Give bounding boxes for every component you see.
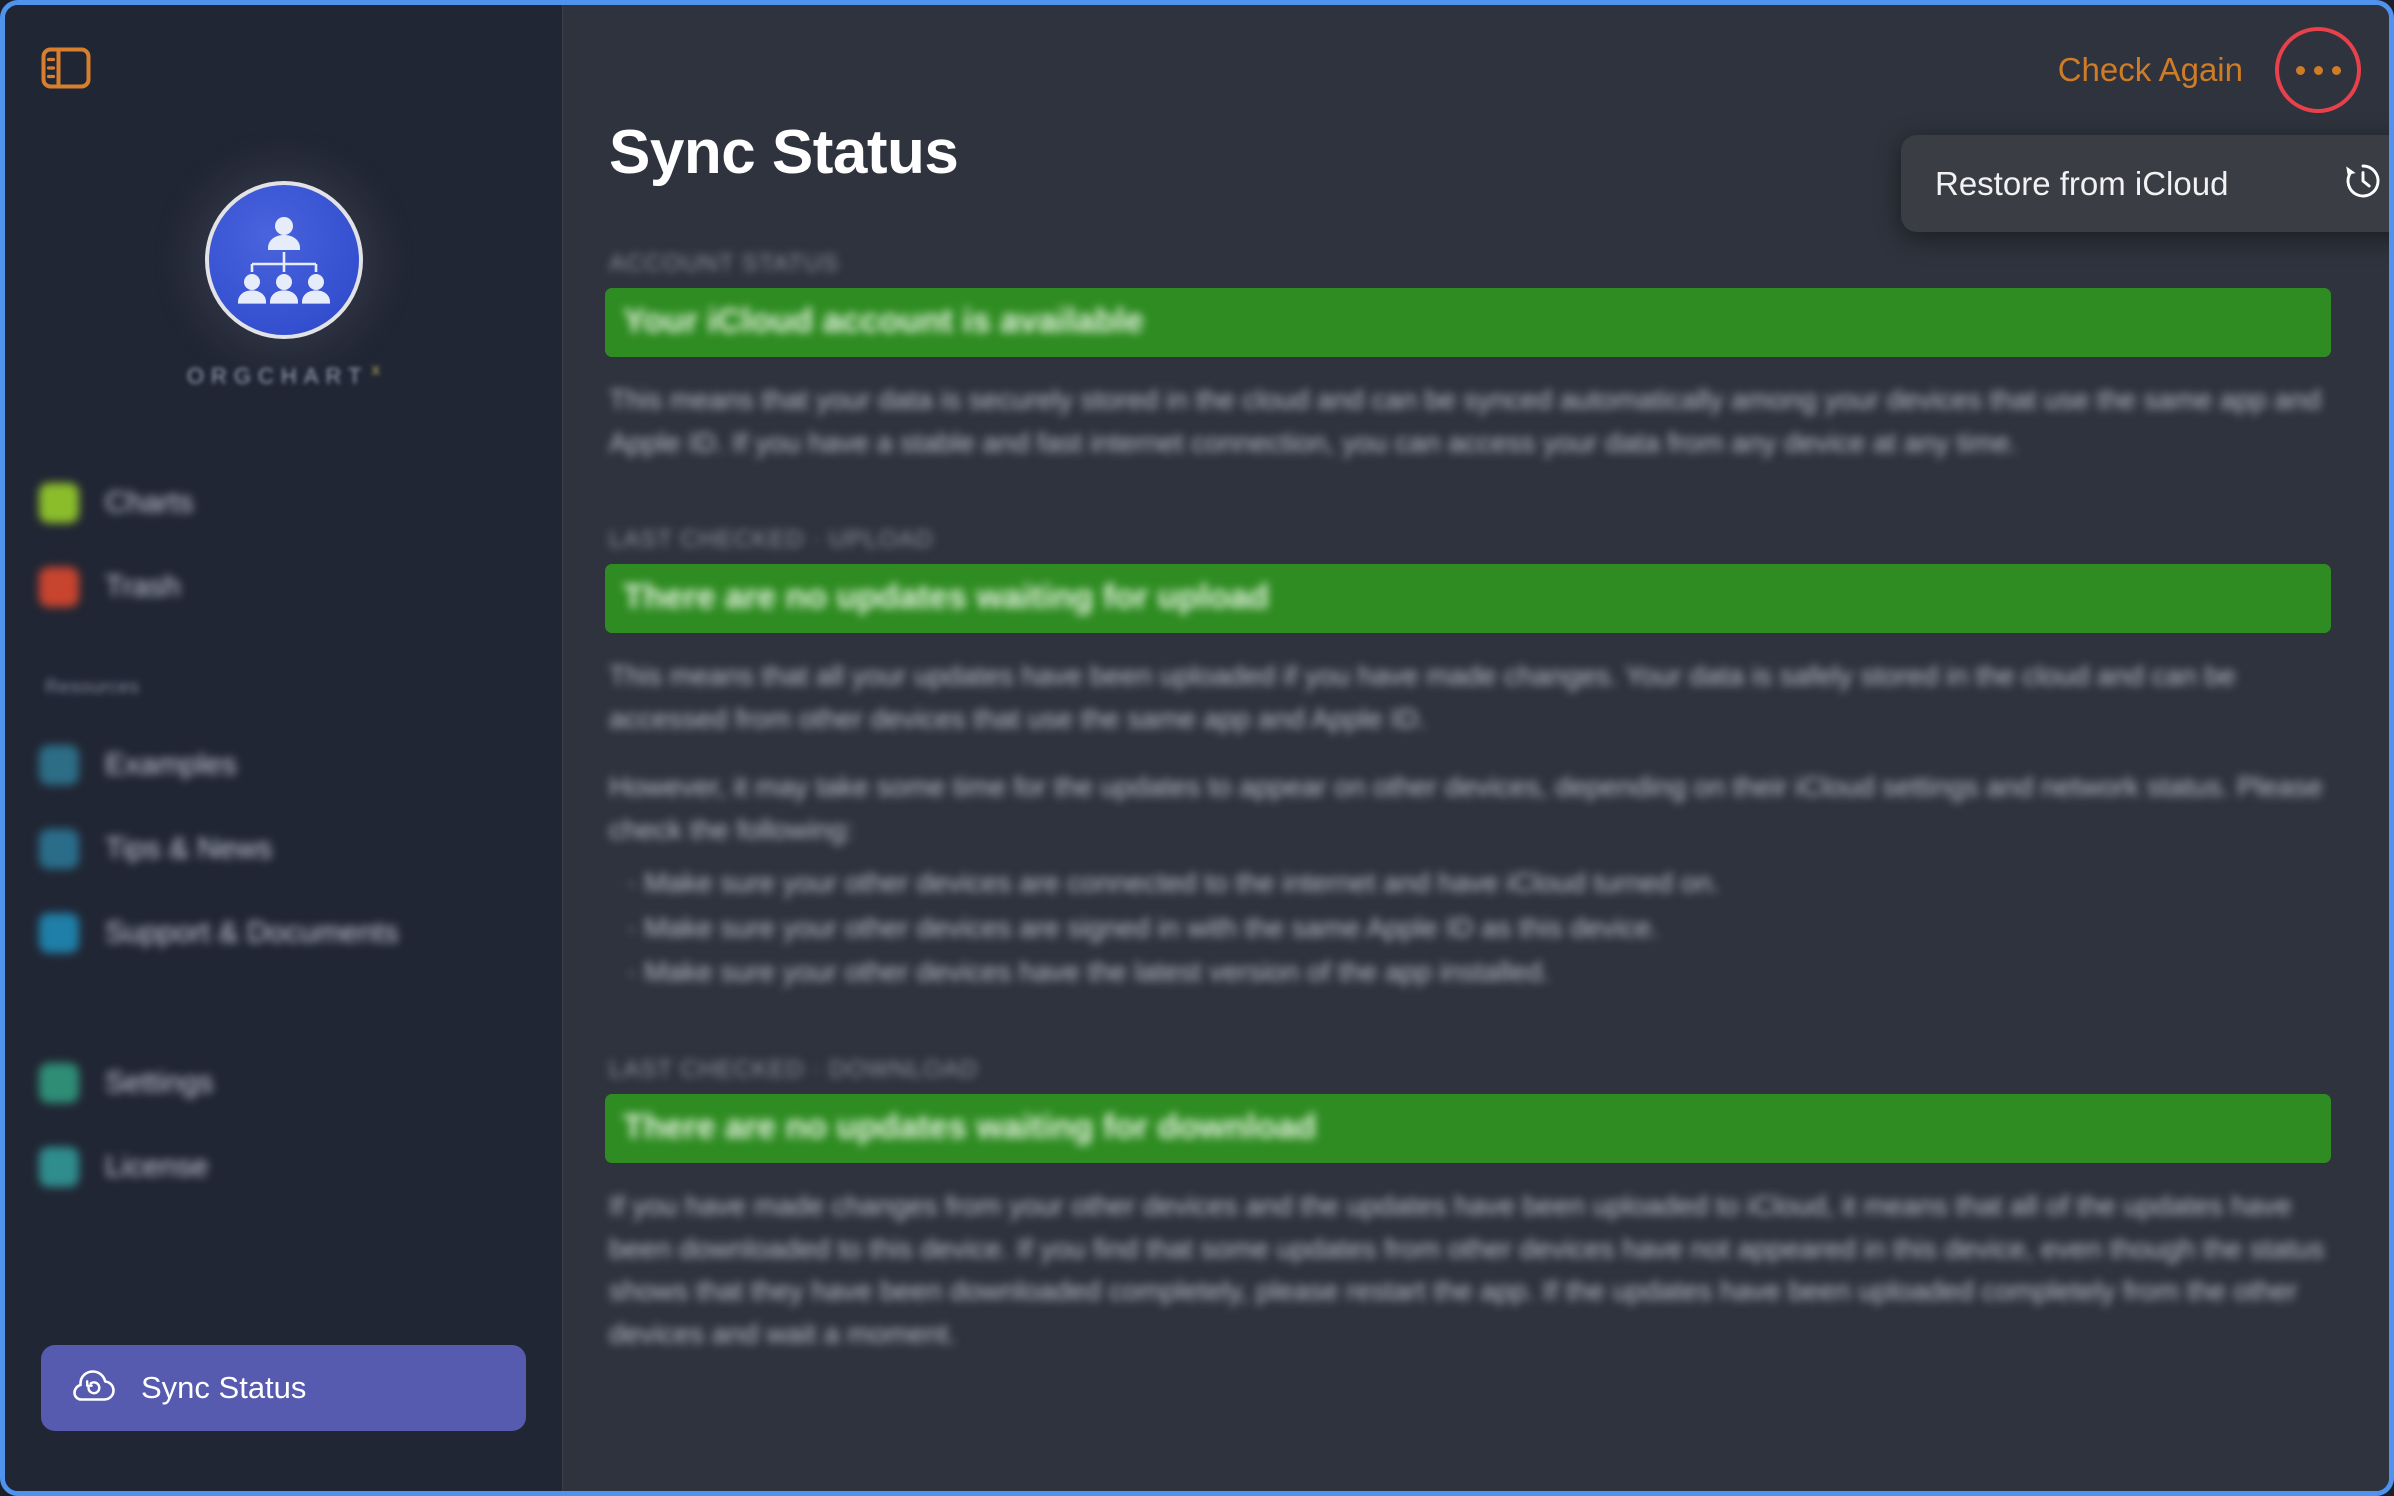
- sidebar-item-label: Charts: [105, 486, 194, 520]
- sidebar-nav-system: Settings License: [5, 1041, 562, 1209]
- status-meta: LAST CHECKED · DOWNLOAD: [609, 1055, 979, 1083]
- cloud-sync-icon: [71, 1368, 117, 1409]
- status-list-item: · Make sure your other devices have the …: [627, 955, 1550, 987]
- status-banner-account: Your iCloud account is available: [605, 288, 2331, 357]
- sidebar-nav-primary: Charts Trash: [5, 461, 562, 629]
- status-paragraph: If you have made changes from your other…: [609, 1189, 2325, 1349]
- sidebar-item-trash[interactable]: Trash: [5, 545, 562, 629]
- check-again-button[interactable]: Check Again: [2058, 51, 2243, 89]
- ellipsis-icon-dot: [2331, 65, 2341, 75]
- sidebar-item-label: Sync Status: [141, 1370, 307, 1405]
- status-paragraph: However, it may take some time for the u…: [609, 771, 2323, 845]
- sidebar-item-tips-and-news[interactable]: Tips & News: [5, 807, 562, 891]
- menu-item-restore-from-icloud[interactable]: Restore from iCloud: [1901, 135, 2389, 232]
- status-banner-text: There are no updates waiting for upload: [623, 578, 1270, 617]
- status-list-item: · Make sure your other devices are signe…: [627, 911, 1659, 943]
- sidebar-item-examples[interactable]: Examples: [5, 723, 562, 807]
- examples-icon: [39, 745, 79, 786]
- main-content: Sync Status ACCOUNT STATUS Your iCloud a…: [563, 117, 2389, 1355]
- orgchart-logo-icon: [204, 181, 363, 339]
- status-meta: LAST CHECKED · UPLOAD: [609, 526, 934, 554]
- status-list-item: · Make sure your other devices are conne…: [627, 867, 1720, 899]
- sidebar-section-resources: Resources: [45, 677, 140, 699]
- sidebar-item-label: Tips & News: [105, 832, 273, 866]
- more-options-menu: Restore from iCloud: [1901, 135, 2389, 232]
- main-toolbar: Check Again Restore from iCloud: [563, 5, 2389, 232]
- status-section-download: LAST CHECKED · DOWNLOAD There are no upd…: [605, 1056, 2331, 1355]
- sidebar-nav-resources: Examples Tips & News Support & Documents: [5, 723, 562, 975]
- sidebar-item-settings[interactable]: Settings: [5, 1041, 562, 1125]
- sidebar-item-label: License: [105, 1150, 209, 1184]
- sidebar-brand: ORGCHART X: [5, 181, 562, 389]
- status-banner-text: There are no updates waiting for downloa…: [623, 1107, 1317, 1146]
- sidebar-item-support-and-documents[interactable]: Support & Documents: [5, 891, 562, 975]
- sidebar-item-label: Settings: [105, 1066, 214, 1100]
- support-and-documents-icon: [39, 913, 79, 954]
- brand-name-text: ORGCHART: [186, 363, 369, 389]
- status-banner-text: Your iCloud account is available: [623, 302, 1144, 340]
- ellipsis-icon-dot: [2313, 65, 2323, 75]
- more-options-button[interactable]: [2275, 27, 2361, 113]
- app-window: ORGCHART X Charts Trash Resources Example…: [0, 0, 2394, 1496]
- main-pane: Check Again Restore from iCloud Sync Sta…: [563, 5, 2389, 1491]
- sidebar-item-charts[interactable]: Charts: [5, 461, 562, 545]
- tips-and-news-icon: [39, 829, 79, 870]
- sidebar-item-label: Trash: [105, 570, 181, 604]
- sidebar-toggle-icon[interactable]: [41, 47, 91, 89]
- status-banner-download: There are no updates waiting for downloa…: [605, 1093, 2331, 1163]
- status-list: · Make sure your other devices are conne…: [605, 861, 2331, 994]
- ellipsis-icon-dot: [2295, 65, 2305, 75]
- brand-name: ORGCHART X: [187, 363, 380, 389]
- status-section-account: ACCOUNT STATUS Your iCloud account is av…: [605, 250, 2331, 464]
- settings-icon: [39, 1063, 79, 1104]
- sidebar: ORGCHART X Charts Trash Resources Example…: [5, 5, 563, 1491]
- clock-history-icon: [2341, 159, 2385, 208]
- status-banner-upload: There are no updates waiting for upload: [605, 564, 2331, 634]
- status-paragraph: This means that all your updates have be…: [609, 660, 2236, 734]
- sidebar-item-label: Examples: [105, 748, 237, 782]
- sidebar-footer: Sync Status: [5, 1345, 562, 1491]
- brand-superscript: X: [371, 363, 381, 378]
- menu-item-label: Restore from iCloud: [1935, 164, 2229, 202]
- sidebar-item-license[interactable]: License: [5, 1125, 562, 1209]
- status-paragraph: This means that your data is securely st…: [609, 384, 2322, 458]
- sidebar-item-label: Support & Documents: [105, 916, 399, 950]
- status-meta: ACCOUNT STATUS: [609, 250, 840, 277]
- status-section-upload: LAST CHECKED · UPLOAD There are no updat…: [605, 526, 2331, 994]
- sidebar-item-sync-status[interactable]: Sync Status: [41, 1345, 526, 1431]
- license-icon: [39, 1147, 79, 1188]
- charts-icon: [39, 483, 79, 524]
- trash-icon: [39, 567, 79, 608]
